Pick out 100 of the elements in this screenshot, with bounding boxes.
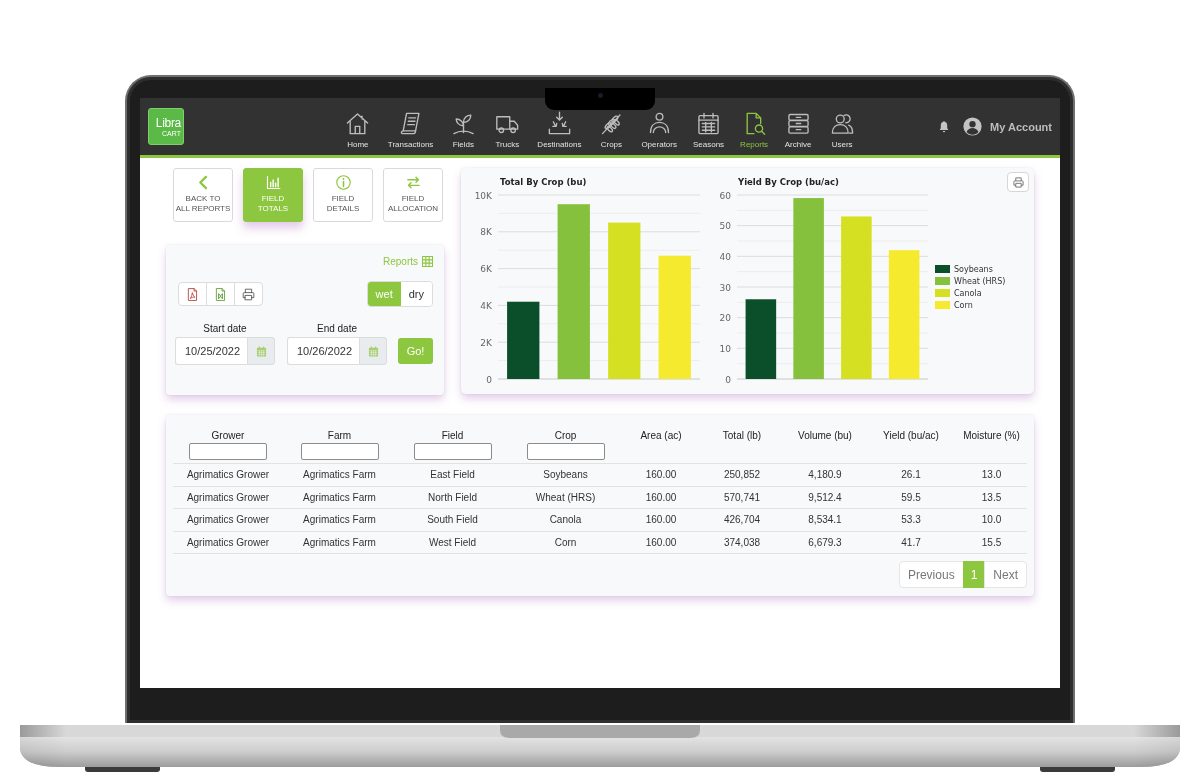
- table-cell: 4,180.9: [808, 469, 842, 481]
- axis-label: 40: [719, 251, 731, 262]
- spreadsheet-icon: [213, 286, 228, 302]
- user-avatar-icon: [963, 117, 983, 136]
- nav-item[interactable]: Seasons: [692, 110, 725, 149]
- table-cell: 374,038: [723, 536, 761, 548]
- nav-item[interactable]: Reports: [740, 110, 769, 149]
- excel-button[interactable]: [206, 282, 235, 306]
- nav-item[interactable]: Users: [828, 110, 857, 149]
- column-header: Crop: [553, 430, 578, 442]
- nav-item[interactable]: Destinations: [537, 110, 582, 149]
- table-cell: Agrimatics Farm: [303, 469, 376, 481]
- report-tab[interactable]: BACK TO ALL REPORTS: [173, 168, 233, 222]
- bar-chart-icon: [264, 174, 282, 191]
- axis-label: 0: [486, 374, 492, 385]
- column-header: Total (lb): [721, 430, 763, 442]
- nav-item[interactable]: Trucks: [493, 110, 522, 149]
- account-menu[interactable]: My Account: [963, 117, 1052, 136]
- table-cell: 426,704: [723, 514, 761, 526]
- nav-item[interactable]: Transactions: [387, 110, 434, 149]
- field-label: End date: [316, 323, 357, 334]
- axis-label: 30: [719, 282, 731, 293]
- table-cell: 160.00: [645, 514, 677, 526]
- column-header: Area (ac): [639, 430, 683, 442]
- table-cell: 15.5: [981, 536, 1002, 548]
- table-cell: West Field: [428, 536, 477, 548]
- date-field[interactable]: 10/25/2022: [175, 337, 247, 365]
- table-cell: 250,852: [723, 469, 761, 481]
- filter-field[interactable]: [189, 443, 267, 460]
- report-tab[interactable]: FIELD DETAILS: [313, 168, 373, 222]
- field-label: Start date: [203, 323, 247, 334]
- nav-item[interactable]: Operators: [641, 110, 677, 149]
- column-header: Moisture (%): [962, 430, 1021, 442]
- table-cell: 160.00: [645, 536, 677, 548]
- table-cell: 160.00: [645, 491, 677, 503]
- table-cell: Agrimatics Farm: [303, 491, 376, 503]
- column-header: Grower: [210, 430, 246, 442]
- legend-label: Wheat (HRS): [954, 276, 1006, 286]
- date-field[interactable]: 10/26/2022: [287, 337, 359, 365]
- axis-label: 2K: [480, 337, 492, 348]
- print-button[interactable]: [1007, 172, 1029, 192]
- legend-label: Corn: [954, 300, 973, 310]
- table-cell: 13.0: [981, 469, 1002, 481]
- axis-label: 6K: [480, 264, 492, 275]
- axis-label: 60: [719, 190, 731, 201]
- pdf-button[interactable]: [178, 282, 207, 306]
- chart-title: Total By Crop (bu): [500, 177, 587, 187]
- legend-label: Canola: [954, 288, 982, 298]
- print-icon: [1011, 175, 1025, 189]
- table-cell: Corn: [554, 536, 577, 548]
- column-header: Farm: [326, 430, 353, 442]
- calendar-icon: [255, 345, 267, 357]
- table-icon: [422, 255, 433, 267]
- table-cell: 26.1: [901, 469, 921, 481]
- column-header: Field: [440, 430, 465, 442]
- table-cell: Soybeans: [543, 469, 588, 481]
- next-button[interactable]: Next: [984, 561, 1027, 588]
- table-cell: 13.5: [981, 491, 1002, 503]
- filter-field[interactable]: [300, 443, 379, 460]
- table-cell: Agrimatics Grower: [186, 536, 270, 548]
- print-button[interactable]: [234, 282, 263, 306]
- table-cell: East Field: [430, 469, 475, 481]
- nav-item[interactable]: Crops: [597, 110, 626, 149]
- table-cell: 59.5: [901, 491, 921, 503]
- nav-item[interactable]: Archive: [784, 110, 813, 149]
- axis-label: 10: [719, 343, 731, 354]
- axis-label: 4K: [480, 300, 492, 311]
- print-icon: [241, 286, 256, 302]
- table-cell: 41.7: [901, 536, 921, 548]
- column-header: Yield (bu/ac): [882, 430, 940, 442]
- table-cell: Agrimatics Grower: [186, 514, 270, 526]
- table-cell: Wheat (HRS): [535, 491, 596, 503]
- axis-label: 0: [725, 374, 731, 385]
- filter-field[interactable]: [413, 443, 492, 460]
- table-cell: Agrimatics Farm: [303, 514, 376, 526]
- axis-label: 20: [719, 313, 731, 324]
- axis-label: 50: [719, 221, 731, 232]
- table-cell: 6,679.3: [808, 536, 842, 548]
- swap-arrows-icon: [404, 174, 422, 191]
- previous-button[interactable]: Previous: [898, 561, 964, 588]
- info-icon: [334, 174, 352, 191]
- legend-label: Soybeans: [954, 264, 993, 274]
- filter-field[interactable]: [526, 443, 605, 460]
- table-cell: Agrimatics Grower: [186, 469, 270, 481]
- table-cell: North Field: [428, 491, 477, 503]
- table-cell: 8,534.1: [808, 514, 842, 526]
- column-header: Volume (bu): [797, 430, 853, 442]
- axis-label: 8K: [480, 227, 492, 238]
- pdf-icon: [185, 286, 200, 302]
- nav-item[interactable]: Home: [343, 110, 372, 149]
- unit-toggle[interactable]: dry: [400, 282, 432, 306]
- table-cell: 53.3: [901, 514, 921, 526]
- calendar-icon: [367, 345, 379, 357]
- table-cell: Agrimatics Farm: [303, 536, 376, 548]
- nav-item[interactable]: Fields: [449, 110, 478, 149]
- chart-title: Yield By Crop (bu/ac): [738, 177, 839, 187]
- table-cell: 570,741: [723, 491, 761, 503]
- table-cell: 9,512.4: [808, 491, 842, 503]
- table-cell: 160.00: [645, 469, 677, 481]
- report-tab[interactable]: FIELD ALLOCATION: [383, 168, 443, 222]
